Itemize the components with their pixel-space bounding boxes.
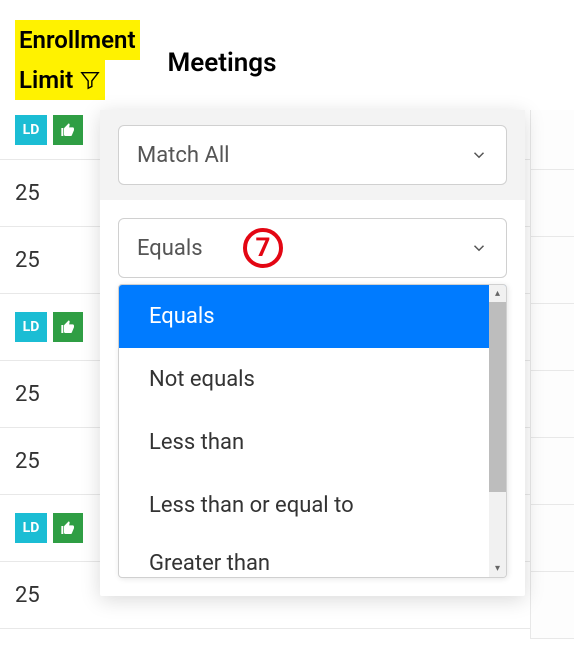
- scrollbar-track[interactable]: ▴ ▾: [489, 285, 506, 577]
- operator-dropdown: Equals Not equals Less than Less than or…: [118, 284, 507, 578]
- chevron-down-icon: [470, 239, 488, 257]
- right-cell: [530, 110, 574, 170]
- scrollbar-thumb[interactable]: [489, 302, 506, 492]
- filter-panel-body: Equals 7 Equals Not equals Less than Les…: [100, 200, 525, 596]
- meetings-header[interactable]: Meetings: [168, 48, 277, 78]
- operator-selected-value: Equals: [137, 236, 203, 261]
- thumbs-up-badge: [53, 513, 83, 543]
- filter-panel-header: Match All: [100, 110, 525, 200]
- dropdown-option-greater-than[interactable]: Greater than: [119, 537, 506, 577]
- right-cell: [530, 505, 574, 572]
- thumbs-up-icon: [60, 122, 76, 138]
- scroll-down-arrow[interactable]: ▾: [489, 560, 506, 577]
- dropdown-option-equals[interactable]: Equals: [119, 285, 506, 348]
- column-headers: Enrollment Limit Meetings: [0, 0, 574, 100]
- cell-value: 25: [15, 382, 40, 407]
- operator-select-wrapper: Equals 7: [118, 218, 507, 278]
- cell-value: 25: [15, 181, 40, 206]
- filter-panel: Match All Equals 7 Equals Not equals Les…: [100, 110, 525, 596]
- right-cell: [530, 438, 574, 505]
- chevron-down-icon: [470, 146, 488, 164]
- thumbs-up-badge: [53, 312, 83, 342]
- cell-value: 25: [15, 248, 40, 273]
- right-cell: [530, 572, 574, 639]
- ld-badge: LD: [15, 312, 47, 342]
- match-mode-select[interactable]: Match All: [118, 125, 507, 185]
- ld-badge: LD: [15, 513, 47, 543]
- enrollment-limit-header[interactable]: Enrollment Limit: [15, 20, 140, 100]
- enrollment-text-line2: Limit: [15, 60, 105, 100]
- ld-badge: LD: [15, 115, 47, 145]
- dropdown-option-less-than[interactable]: Less than: [119, 411, 506, 474]
- right-cell: [530, 371, 574, 438]
- scroll-up-arrow[interactable]: ▴: [489, 285, 506, 302]
- filter-icon[interactable]: [79, 69, 101, 91]
- match-mode-value: Match All: [137, 143, 230, 168]
- thumbs-up-icon: [60, 520, 76, 536]
- cell-value: 25: [15, 449, 40, 474]
- right-cell: [530, 237, 574, 304]
- thumbs-up-badge: [53, 115, 83, 145]
- right-cell: [530, 170, 574, 237]
- dropdown-option-not-equals[interactable]: Not equals: [119, 348, 506, 411]
- right-column: [530, 110, 574, 670]
- right-cell: [530, 304, 574, 371]
- dropdown-option-less-than-or-equal[interactable]: Less than or equal to: [119, 474, 506, 537]
- thumbs-up-icon: [60, 319, 76, 335]
- cell-value: 25: [15, 583, 40, 608]
- operator-select[interactable]: Equals: [118, 218, 507, 278]
- enrollment-text-line1: Enrollment: [15, 20, 140, 60]
